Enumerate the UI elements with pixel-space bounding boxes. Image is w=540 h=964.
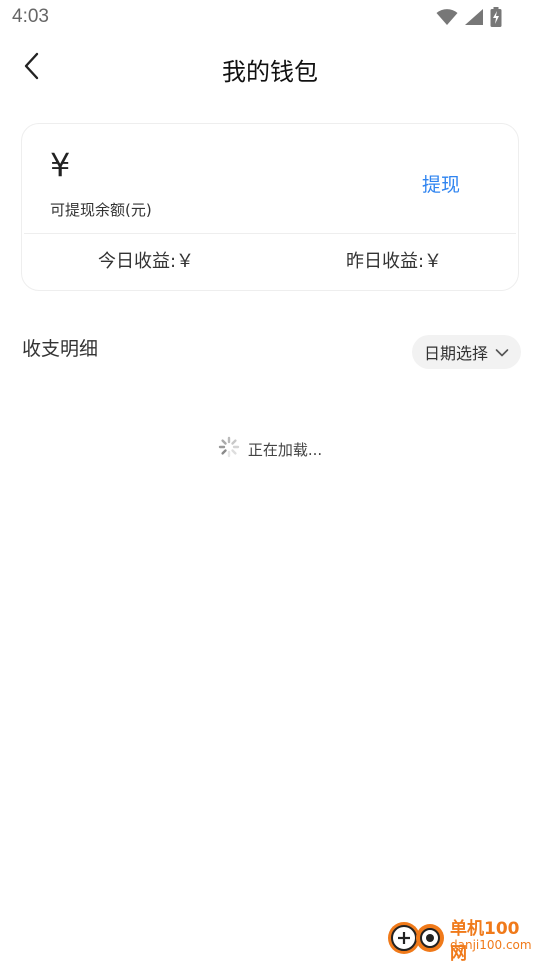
loading-text: 正在加载... [247,440,323,459]
balance-amount: ¥ [50,146,71,184]
watermark: 单机100网 danji100.com [384,914,536,964]
yesterday-earnings: 昨日收益:￥ [345,251,443,272]
status-time: 4:03 [12,6,49,27]
card-divider [24,233,516,234]
wifi-icon [436,8,458,30]
header: 我的钱包 [0,36,540,102]
chevron-down-icon [495,343,509,362]
battery-charging-icon [490,7,502,31]
status-icons [436,7,502,31]
date-filter-label: 日期选择 [423,344,488,363]
today-earnings: 今日收益:￥ [97,251,195,272]
status-bar: 4:03 [0,0,540,36]
earnings-row: 今日收益:￥ 昨日收益:￥ [22,247,518,273]
signal-icon [464,8,484,30]
watermark-url: danji100.com [450,938,532,952]
withdraw-button[interactable]: 提现 [422,170,460,197]
watermark-logo-icon [384,916,448,960]
transactions-title: 收支明细 [22,338,99,360]
page-title: 我的钱包 [222,58,318,86]
date-filter-button[interactable]: 日期选择 [411,335,521,369]
wallet-card: ¥ 可提现余额(元) 提现 今日收益:￥ 昨日收益:￥ [21,123,519,291]
spinner-icon [218,436,240,462]
balance-label: 可提现余额(元) [50,201,152,219]
loading-indicator: 正在加载... [0,436,540,462]
